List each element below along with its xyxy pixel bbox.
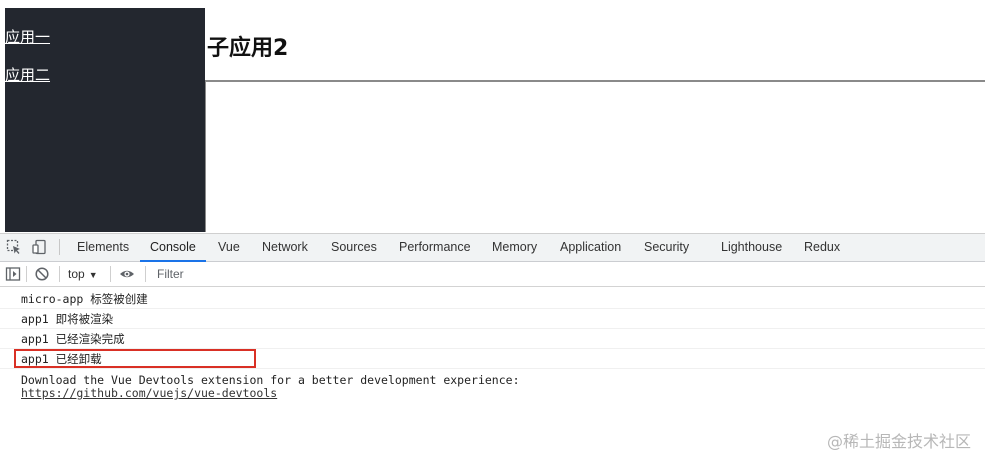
inspect-element-icon[interactable] [6, 239, 22, 255]
page-title: 子应用2 [207, 36, 289, 61]
tab-vue[interactable]: Vue [218, 234, 240, 261]
tab-memory[interactable]: Memory [492, 234, 537, 261]
tab-console[interactable]: Console [140, 234, 206, 262]
sidebar-link-app2[interactable]: 应用二 [5, 64, 50, 85]
toolbar-divider [59, 266, 60, 282]
tab-security[interactable]: Security [644, 234, 689, 261]
console-message: app1 即将被渲染 [0, 309, 985, 329]
subapp-container [205, 80, 985, 232]
context-selector[interactable]: top ▼ [68, 262, 98, 286]
caret-down-icon: ▼ [88, 270, 98, 280]
tab-sources[interactable]: Sources [331, 234, 377, 261]
devtools-tabbar: Elements Console Vue Network Sources Per… [0, 234, 985, 262]
show-sidebar-icon[interactable] [5, 266, 21, 282]
toolbar-divider [110, 266, 111, 282]
console-message: micro-app 标签被创建 [0, 289, 985, 309]
toolbar-divider [145, 266, 146, 282]
clear-console-icon[interactable] [34, 266, 50, 282]
tab-application[interactable]: Application [560, 234, 621, 261]
console-toolbar: top ▼ [0, 262, 985, 287]
toolbar-divider [26, 266, 27, 282]
tab-lighthouse[interactable]: Lighthouse [721, 234, 782, 261]
context-selector-value: top [68, 267, 85, 281]
device-toolbar-icon[interactable] [32, 239, 48, 255]
watermark: @稀土掘金技术社区 [826, 432, 971, 451]
tabbar-divider [59, 239, 60, 255]
filter-input[interactable] [153, 264, 461, 284]
console-message-text: micro-app 标签被创建 [21, 292, 148, 306]
console-output: micro-app 标签被创建 app1 即将被渲染 app1 已经渲染完成 a… [0, 287, 985, 451]
tab-performance[interactable]: Performance [399, 234, 471, 261]
tab-redux[interactable]: Redux [804, 234, 840, 261]
console-message-text: app1 即将被渲染 [21, 312, 114, 326]
devtools-hint-link[interactable]: https://github.com/vuejs/vue-devtools [21, 386, 277, 400]
console-message: app1 已经渲染完成 [0, 329, 985, 349]
sidebar-link-app1[interactable]: 应用一 [5, 26, 50, 47]
devtools-hint-message: Download the Vue Devtools extension for … [21, 374, 520, 400]
devtools-panel: Elements Console Vue Network Sources Per… [0, 233, 985, 451]
tab-network[interactable]: Network [262, 234, 308, 261]
sidebar: 应用一 应用二 [5, 8, 205, 232]
console-message-text: app1 已经渲染完成 [21, 332, 125, 346]
highlight-box [14, 349, 256, 368]
tab-elements[interactable]: Elements [77, 234, 129, 261]
eye-icon[interactable] [119, 266, 135, 282]
